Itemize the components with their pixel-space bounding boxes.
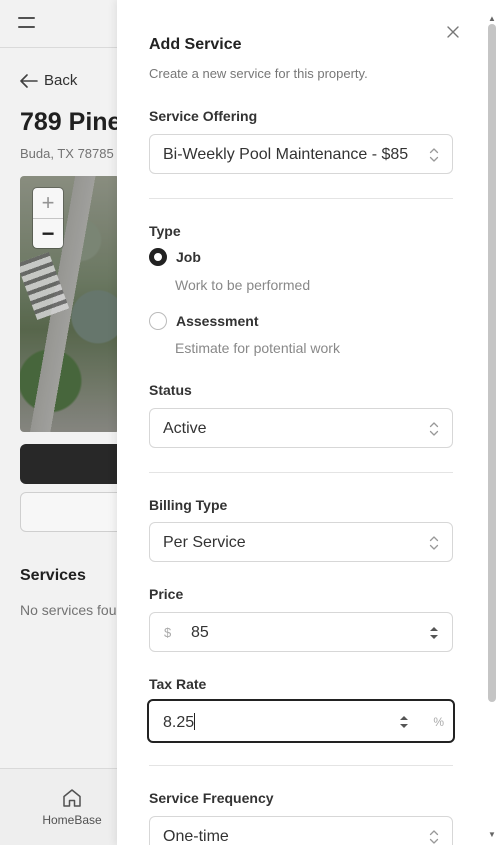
status-select[interactable]: Active	[149, 408, 453, 448]
radio-description: Estimate for potential work	[175, 340, 340, 356]
service-offering-select[interactable]: Bi-Weekly Pool Maintenance - $85	[149, 134, 453, 174]
scrollbar[interactable]: ▲ ▼	[487, 14, 497, 845]
chevron-updown-icon	[429, 422, 439, 436]
close-button[interactable]	[443, 22, 463, 42]
tax-rate-label: Tax Rate	[149, 676, 207, 692]
radio-description: Work to be performed	[175, 277, 311, 293]
stepper-icon[interactable]	[399, 713, 409, 731]
text-caret	[194, 713, 196, 730]
percent-suffix: %	[433, 715, 444, 729]
scroll-thumb[interactable]	[488, 24, 496, 702]
chevron-updown-icon	[429, 148, 439, 162]
service-offering-value: Bi-Weekly Pool Maintenance - $85	[163, 146, 409, 163]
radio-job[interactable]: Job	[149, 248, 201, 266]
close-icon	[447, 26, 459, 38]
chevron-updown-icon	[429, 536, 439, 550]
chevron-updown-icon	[429, 830, 439, 844]
radio-label: Assessment	[176, 313, 259, 329]
price-input[interactable]: $ 85	[149, 612, 453, 652]
add-service-sheet: Add Service Create a new service for thi…	[117, 0, 500, 845]
status-label: Status	[149, 382, 192, 398]
tax-rate-input[interactable]: 8.25 %	[147, 699, 455, 743]
stepper-icon[interactable]	[429, 624, 439, 642]
status-value: Active	[163, 420, 207, 437]
radio-button[interactable]	[149, 248, 167, 266]
service-frequency-value: One-time	[163, 828, 229, 845]
currency-prefix: $	[164, 625, 172, 640]
tax-rate-value: 8.25	[163, 713, 196, 731]
type-label: Type	[149, 223, 181, 239]
scroll-down-icon[interactable]: ▼	[488, 830, 496, 839]
billing-type-select[interactable]: Per Service	[149, 522, 453, 562]
divider	[149, 765, 453, 766]
service-frequency-select[interactable]: One-time	[149, 816, 453, 845]
radio-button[interactable]	[149, 312, 167, 330]
divider	[149, 198, 453, 199]
sheet-title: Add Service	[149, 36, 242, 53]
service-offering-label: Service Offering	[149, 108, 258, 124]
billing-type-label: Billing Type	[149, 497, 228, 513]
service-frequency-label: Service Frequency	[149, 790, 274, 806]
radio-assessment[interactable]: Assessment	[149, 312, 259, 330]
radio-label: Job	[176, 249, 201, 265]
billing-type-value: Per Service	[163, 534, 246, 551]
price-value: 85	[191, 624, 209, 641]
sheet-subtitle: Create a new service for this property.	[149, 66, 368, 81]
price-label: Price	[149, 586, 184, 602]
scroll-up-icon[interactable]: ▲	[488, 14, 496, 23]
divider	[149, 472, 453, 473]
